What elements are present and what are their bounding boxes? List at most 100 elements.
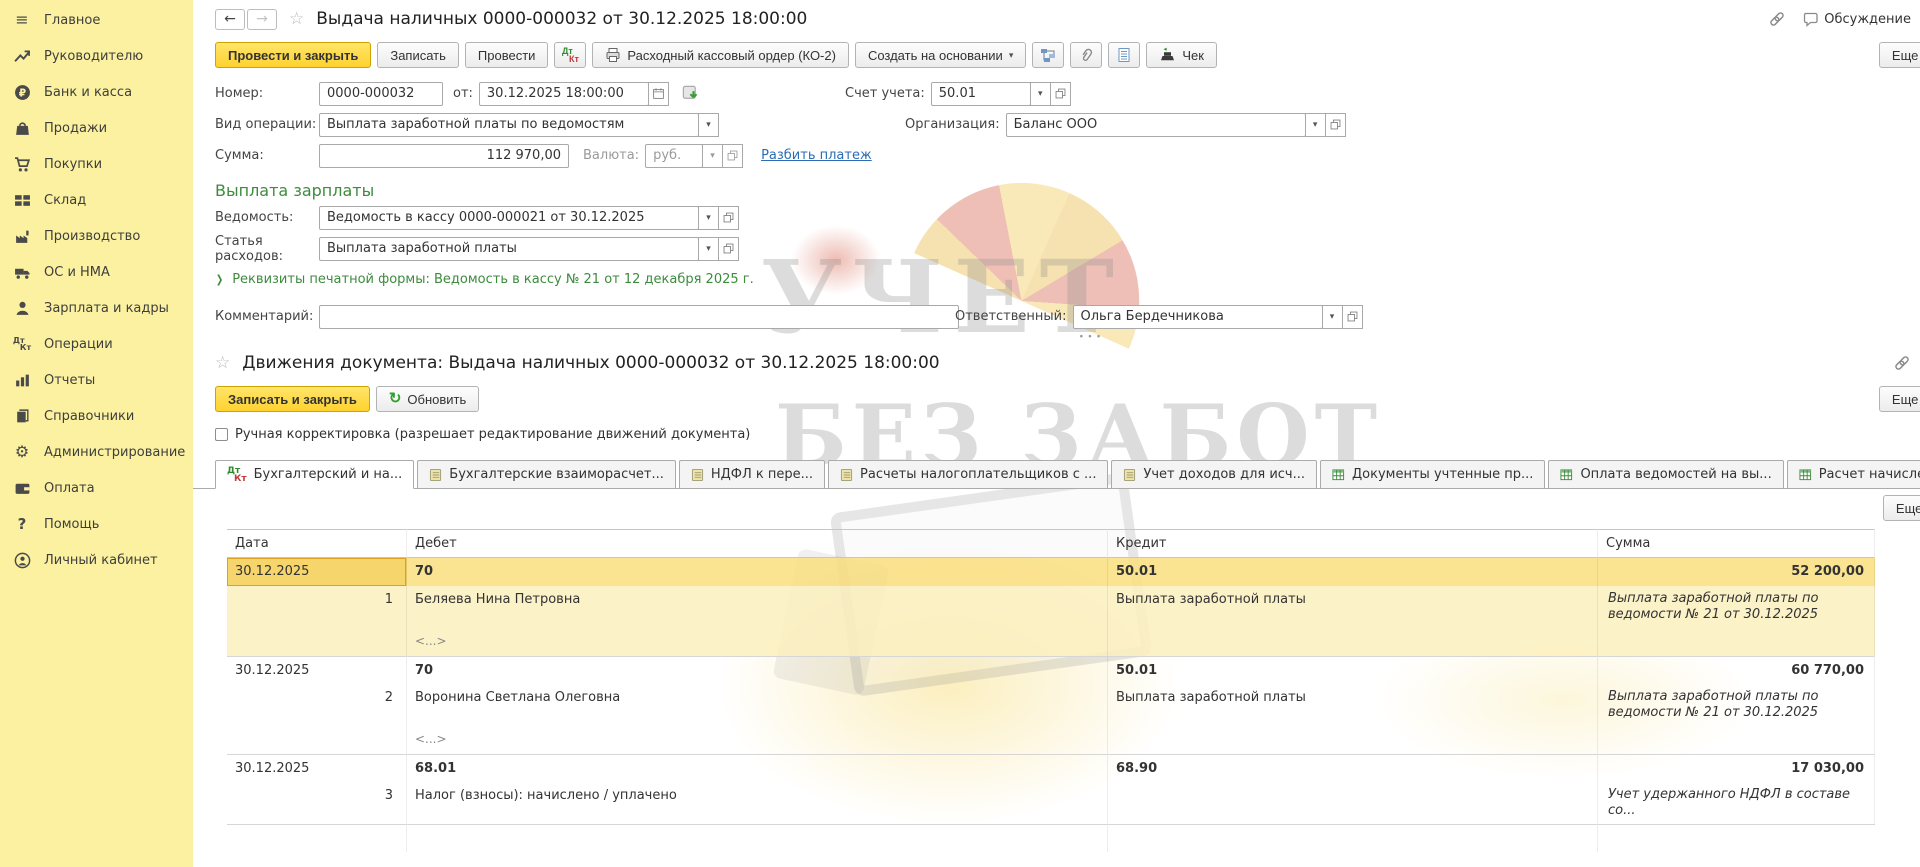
operation-dropdown-button[interactable]: ▾ xyxy=(698,113,719,137)
cell-row-number[interactable]: 3 xyxy=(227,782,407,824)
number-field[interactable]: 0000-000032 xyxy=(319,82,443,106)
sidebar-item-main[interactable]: ≡ Главное xyxy=(0,2,193,38)
window-splitter[interactable]: ∙∙∙ xyxy=(193,330,1920,344)
sidebar-item-sales[interactable]: Продажи xyxy=(0,110,193,146)
cell-sum[interactable]: 52 200,00 xyxy=(1598,558,1875,586)
tab-mutual-settlements[interactable]: Бухгалтерские взаиморасчет... xyxy=(417,460,676,489)
sum-field[interactable]: 112 970,00 xyxy=(319,144,569,168)
manual-adjustment-checkbox[interactable] xyxy=(215,428,228,441)
sidebar-item-operations[interactable]: ДтКт Операции xyxy=(0,326,193,362)
cell-empty[interactable] xyxy=(1108,628,1598,656)
cell-date[interactable]: 30.12.2025 xyxy=(227,754,407,782)
sidebar-item-account[interactable]: Личный кабинет xyxy=(0,542,193,578)
tab-accrual-calculation[interactable]: Расчет начисления н... xyxy=(1787,460,1920,489)
cell-debit-account[interactable]: 70 xyxy=(407,558,1108,586)
sidebar-item-reports[interactable]: Отчеты xyxy=(0,362,193,398)
sidebar-item-salary-hr[interactable]: Зарплата и кадры xyxy=(0,290,193,326)
cell-empty[interactable] xyxy=(1598,628,1875,656)
cell-credit-account[interactable]: 68.90 xyxy=(1108,754,1598,782)
sidebar-item-warehouse[interactable]: Склад xyxy=(0,182,193,218)
account-dropdown-button[interactable]: ▾ xyxy=(1030,82,1051,106)
register-list-button[interactable] xyxy=(1108,42,1140,68)
set-current-date-button[interactable] xyxy=(681,84,700,103)
cell-row-number[interactable]: 2 xyxy=(227,684,407,726)
expense-item-field[interactable]: Выплата заработной платы xyxy=(319,237,699,261)
currency-field[interactable]: руб. xyxy=(645,144,703,168)
expense-dropdown-button[interactable]: ▾ xyxy=(698,237,719,261)
cell-empty[interactable] xyxy=(1598,824,1875,852)
print-form-requisites-link[interactable]: ❯ Реквизиты печатной формы: Ведомость в … xyxy=(215,272,1920,287)
cell-empty[interactable] xyxy=(227,726,407,754)
structure-links-button[interactable] xyxy=(1032,42,1064,68)
organization-field[interactable]: Баланс ООО xyxy=(1006,113,1306,137)
vedomost-open-button[interactable] xyxy=(718,206,739,230)
cell-debit-subconto[interactable]: Беляева Нина Петровна xyxy=(407,586,1108,628)
cell-empty[interactable] xyxy=(407,824,1108,852)
more-button[interactable]: Еще▾ xyxy=(1879,386,1920,412)
cell-empty[interactable] xyxy=(1108,726,1598,754)
cell-date[interactable]: 30.12.2025 xyxy=(227,656,407,684)
favorite-star-icon[interactable]: ☆ xyxy=(215,353,230,373)
cell-comment[interactable]: Учет удержанного НДФЛ в составе со... xyxy=(1598,782,1875,824)
cell-comment[interactable]: Выплата заработной платы по ведомости № … xyxy=(1598,684,1875,726)
cell-sum[interactable]: 60 770,00 xyxy=(1598,656,1875,684)
cell-comment[interactable]: Выплата заработной платы по ведомости № … xyxy=(1598,586,1875,628)
responsible-dropdown-button[interactable]: ▾ xyxy=(1322,305,1343,329)
attachments-button[interactable] xyxy=(1070,42,1102,68)
save-and-close-button[interactable]: Записать и закрыть xyxy=(215,386,370,412)
cell-sum[interactable]: 17 030,00 xyxy=(1598,754,1875,782)
cell-subconto-more[interactable]: <...> xyxy=(407,628,1108,656)
create-based-on-button[interactable]: Создать на основании▾ xyxy=(855,42,1026,68)
calendar-button[interactable] xyxy=(648,82,669,106)
cell-date[interactable]: 30.12.2025 xyxy=(227,558,407,586)
sidebar-item-bank-cash[interactable]: ₽ Банк и касса xyxy=(0,74,193,110)
sidebar-item-manager[interactable]: Руководителю xyxy=(0,38,193,74)
cell-credit-account[interactable]: 50.01 xyxy=(1108,656,1598,684)
responsible-open-button[interactable] xyxy=(1342,305,1363,329)
comment-input[interactable] xyxy=(319,305,959,329)
responsible-field[interactable]: Ольга Бердечникова xyxy=(1073,305,1323,329)
cell-empty[interactable] xyxy=(1108,824,1598,852)
cell-empty[interactable] xyxy=(227,628,407,656)
nav-forward-button[interactable]: → xyxy=(247,9,277,30)
cell-row-number[interactable]: 1 xyxy=(227,586,407,628)
cash-order-print-button[interactable]: Расходный кассовый ордер (КО-2) xyxy=(592,42,849,68)
cell-empty[interactable] xyxy=(227,824,407,852)
sidebar-item-help[interactable]: ? Помощь xyxy=(0,506,193,542)
cell-credit-account[interactable]: 50.01 xyxy=(1108,558,1598,586)
sidebar-item-administration[interactable]: ⚙ Администрирование xyxy=(0,434,193,470)
organization-dropdown-button[interactable]: ▾ xyxy=(1305,113,1326,137)
cell-debit-subconto[interactable]: Воронина Светлана Олеговна xyxy=(407,684,1108,726)
account-field[interactable]: 50.01 xyxy=(931,82,1031,106)
more-button[interactable]: Еще▾ xyxy=(1879,42,1920,68)
link-icon[interactable] xyxy=(1893,354,1911,372)
link-icon[interactable] xyxy=(1768,10,1786,28)
tab-ndfl[interactable]: НДФЛ к пере... xyxy=(679,460,825,489)
currency-dropdown-button[interactable]: ▾ xyxy=(702,144,723,168)
sidebar-item-directories[interactable]: Справочники xyxy=(0,398,193,434)
discussion-button[interactable]: Обсуждение xyxy=(1802,11,1911,27)
expense-open-button[interactable] xyxy=(718,237,739,261)
nav-back-button[interactable]: ← xyxy=(215,9,245,30)
sidebar-item-production[interactable]: Производство xyxy=(0,218,193,254)
tab-vedomost-payment[interactable]: Оплата ведомостей на вы... xyxy=(1548,460,1783,489)
tab-accounted-documents[interactable]: Документы учтенные пр... xyxy=(1320,460,1545,489)
operation-type-field[interactable]: Выплата заработной платы по ведомостям xyxy=(319,113,699,137)
cell-empty[interactable] xyxy=(1598,726,1875,754)
cell-debit-subconto[interactable]: Налог (взносы): начислено / уплачено xyxy=(407,782,1108,824)
tab-income-accounting[interactable]: Учет доходов для исч... xyxy=(1111,460,1317,489)
cell-debit-account[interactable]: 68.01 xyxy=(407,754,1108,782)
cell-credit-subconto[interactable]: Выплата заработной платы xyxy=(1108,684,1598,726)
sidebar-item-payment[interactable]: Оплата xyxy=(0,470,193,506)
post-button[interactable]: Провести xyxy=(465,42,549,68)
check-button[interactable]: Чек xyxy=(1146,42,1217,68)
vedomost-dropdown-button[interactable]: ▾ xyxy=(698,206,719,230)
post-and-close-button[interactable]: Провести и закрыть xyxy=(215,42,371,68)
tab-accounting[interactable]: ДтКт Бухгалтерский и на... xyxy=(215,460,414,489)
account-open-button[interactable] xyxy=(1050,82,1071,106)
currency-open-button[interactable] xyxy=(722,144,743,168)
show-postings-button[interactable]: ДтКт xyxy=(554,42,586,68)
tab-taxpayer-settlements[interactable]: Расчеты налогоплательщиков с ... xyxy=(828,460,1108,489)
date-field[interactable]: 30.12.2025 18:00:00 xyxy=(479,82,649,106)
vedomost-field[interactable]: Ведомость в кассу 0000-000021 от 30.12.2… xyxy=(319,206,699,230)
